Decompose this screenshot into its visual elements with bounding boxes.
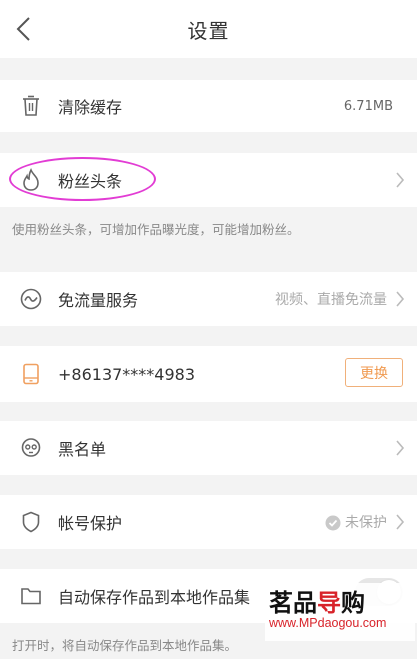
clear-cache-label: 清除缓存: [58, 98, 123, 117]
blacklist-label: 黑名单: [58, 440, 107, 459]
skull-icon: [18, 435, 44, 461]
fans-headline-description: 使用粉丝头条，可增加作品曝光度，可能增加粉丝。: [12, 222, 300, 237]
watermark-logo: 茗品导购: [269, 589, 365, 617]
wave-circle-icon: [18, 286, 44, 312]
auto-save-description: 打开时，将自动保存作品到本地作品集。: [12, 638, 238, 653]
clear-cache-row[interactable]: 清除缓存 6.71MB: [0, 80, 417, 132]
blacklist-row[interactable]: 黑名单: [0, 421, 417, 475]
chevron-right-icon: [396, 172, 405, 188]
chevron-right-icon: [396, 291, 405, 307]
phone-number: +86137****4983: [58, 364, 196, 384]
site-watermark: 茗品导购 www.MPdaogou.com: [265, 583, 415, 641]
phone-icon: [18, 361, 44, 387]
chevron-right-icon: [396, 514, 405, 530]
highlight-circle-annotation: [9, 157, 156, 201]
shield-icon: [18, 509, 44, 535]
change-phone-button[interactable]: 更换: [345, 358, 403, 387]
check-circle-icon: [325, 515, 341, 531]
account-protect-value: 未保护: [345, 515, 387, 531]
watermark-url: www.MPdaogou.com: [269, 616, 387, 630]
chevron-right-icon: [396, 440, 405, 456]
folder-icon: [18, 583, 44, 609]
back-arrow-icon[interactable]: [14, 16, 34, 42]
nav-header: 设置: [0, 0, 417, 58]
free-data-label: 免流量服务: [58, 291, 139, 310]
cache-size: 6.71MB: [343, 98, 393, 114]
account-protect-label: 帐号保护: [58, 514, 123, 533]
free-data-value: 视频、直播免流量: [275, 292, 387, 308]
account-protect-row[interactable]: 帐号保护 未保护: [0, 495, 417, 549]
auto-save-label: 自动保存作品到本地作品集: [58, 588, 251, 607]
trash-icon: [18, 93, 44, 119]
page-title: 设置: [187, 18, 230, 43]
free-data-row[interactable]: 免流量服务 视频、直播免流量: [0, 272, 417, 326]
account-protect-status: 未保护: [325, 512, 387, 532]
